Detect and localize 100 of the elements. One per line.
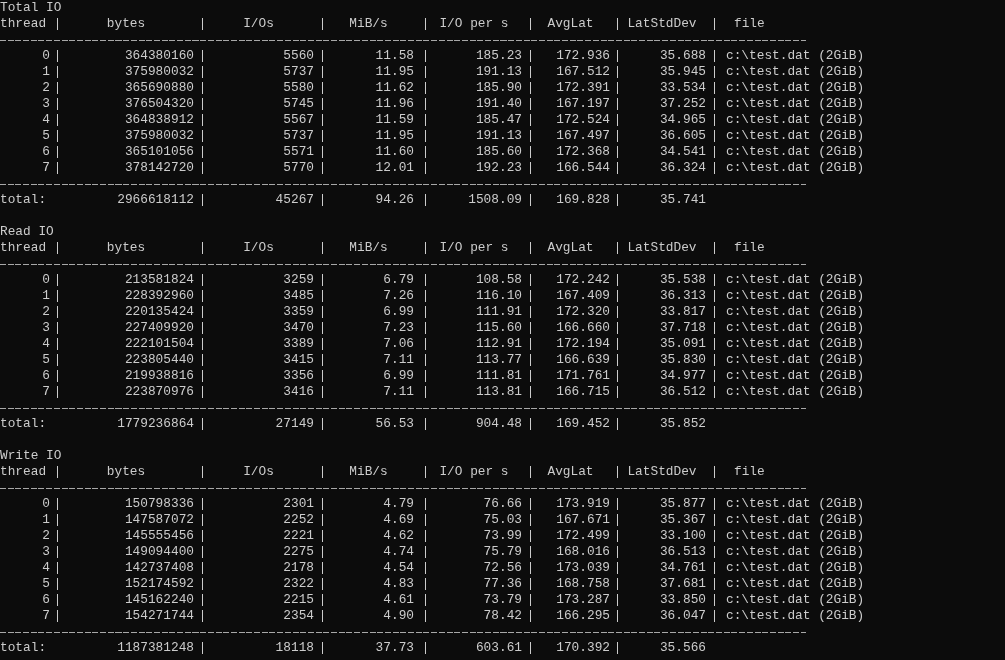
table-cell: 1: [0, 66, 58, 78]
table-cell-text: c:\test.dat (2GiB): [725, 162, 866, 174]
column-header: LatStdDev: [618, 242, 715, 254]
table-cell: 5567: [203, 114, 323, 126]
table-cell: 166.639: [531, 354, 618, 366]
table-cell: 166.660: [531, 322, 618, 334]
table-cell: 166.544: [531, 162, 618, 174]
column-header: bytes: [58, 466, 203, 478]
table-cell: 4.74: [323, 546, 426, 558]
table-cell: 150798336: [58, 498, 203, 510]
table-cell: 7.11: [323, 386, 426, 398]
table-cell: 223805440: [58, 354, 203, 366]
table-cell: 167.497: [531, 130, 618, 142]
column-header: AvgLat: [531, 18, 618, 30]
table-cell: 6.79: [323, 274, 426, 286]
table-cell-text: c:\test.dat (2GiB): [725, 50, 866, 62]
table-cell: 5: [0, 354, 58, 366]
table-cell: 34.965: [618, 114, 715, 126]
table-cell: 2354: [203, 610, 323, 622]
table-cell: 172.194: [531, 338, 618, 350]
table-cell-text: c:\test.dat (2GiB): [725, 274, 866, 286]
table-cell: 12.01: [323, 162, 426, 174]
table-cell: 7.23: [323, 322, 426, 334]
table-cell: 4: [0, 338, 58, 350]
table-cell: 75.79: [426, 546, 531, 558]
table-cell: 5: [0, 130, 58, 142]
table-cell: 34.541: [618, 146, 715, 158]
table-cell: 1779236864: [58, 418, 203, 430]
table-cell: 172.391: [531, 82, 618, 94]
table-cell: 35.945: [618, 66, 715, 78]
table-cell: 172.499: [531, 530, 618, 542]
table-cell: 11.95: [323, 66, 426, 78]
table-cell: 172.320: [531, 306, 618, 318]
table-cell: 3470: [203, 322, 323, 334]
table-cell: 220135424: [58, 306, 203, 318]
table-cell-text: c:\test.dat (2GiB): [725, 322, 866, 334]
table-cell-text: 35.852: [658, 418, 707, 430]
table-cell: 167.671: [531, 514, 618, 526]
table-cell-text: c:\test.dat (2GiB): [725, 578, 866, 590]
table-cell: 2275: [203, 546, 323, 558]
table-cell: 152174592: [58, 578, 203, 590]
table-cell: 4.79: [323, 498, 426, 510]
column-header: file: [733, 242, 766, 254]
table-cell: 35.367: [618, 514, 715, 526]
table-cell-text: c:\test.dat (2GiB): [725, 290, 866, 302]
table-cell-text: c:\test.dat (2GiB): [725, 370, 866, 382]
table-cell: 11.59: [323, 114, 426, 126]
table-cell: 37.73: [323, 642, 426, 654]
table-cell: 6: [0, 370, 58, 382]
table-cell: 145162240: [58, 594, 203, 606]
table-cell: 3485: [203, 290, 323, 302]
table-cell: 11.62: [323, 82, 426, 94]
table-cell: 2252: [203, 514, 323, 526]
table-cell: 173.919: [531, 498, 618, 510]
column-header: AvgLat: [531, 242, 618, 254]
table-cell: 142737408: [58, 562, 203, 574]
table-cell: 365101056: [58, 146, 203, 158]
table-cell: 5737: [203, 130, 323, 142]
table-cell: 33.817: [618, 306, 715, 318]
table-cell: 376504320: [58, 98, 203, 110]
table-cell: 167.409: [531, 290, 618, 302]
table-cell: 11.60: [323, 146, 426, 158]
table-cell: 77.36: [426, 578, 531, 590]
table-cell: 3: [0, 98, 58, 110]
table-cell: 4.83: [323, 578, 426, 590]
table-cell: 94.26: [323, 194, 426, 206]
column-header: file: [733, 466, 766, 478]
table-cell: 603.61: [426, 642, 531, 654]
table-cell: 173.287: [531, 594, 618, 606]
table-cell: 7.26: [323, 290, 426, 302]
table-cell: 5: [0, 578, 58, 590]
table-cell: 45267: [203, 194, 323, 206]
column-header: I/Os: [203, 18, 323, 30]
table-cell: 3: [0, 546, 58, 558]
total-label: total:: [0, 418, 48, 430]
table-cell: 36.047: [618, 610, 715, 622]
table-cell: 113.77: [426, 354, 531, 366]
table-cell: 213581824: [58, 274, 203, 286]
table-cell: 36.512: [618, 386, 715, 398]
table-cell: 169.828: [531, 194, 618, 206]
table-cell: 170.392: [531, 642, 618, 654]
table-cell: 145555456: [58, 530, 203, 542]
table-cell: 375980032: [58, 130, 203, 142]
table-cell-text: c:\test.dat (2GiB): [725, 66, 866, 78]
table-cell-text: c:\test.dat (2GiB): [725, 498, 866, 510]
table-cell-text: c:\test.dat (2GiB): [725, 338, 866, 350]
table-cell-text: c:\test.dat (2GiB): [725, 146, 866, 158]
table-cell: 228392960: [58, 290, 203, 302]
column-header: MiB/s: [323, 466, 426, 478]
table-cell: 5737: [203, 66, 323, 78]
table-cell: 192.23: [426, 162, 531, 174]
table-cell: 5571: [203, 146, 323, 158]
column-header: I/O per s: [426, 18, 531, 30]
column-header: LatStdDev: [618, 466, 715, 478]
column-header: I/Os: [203, 466, 323, 478]
table-cell: 1508.09: [426, 194, 531, 206]
table-cell: 4.61: [323, 594, 426, 606]
column-header: AvgLat: [531, 466, 618, 478]
table-cell-text: c:\test.dat (2GiB): [725, 98, 866, 110]
section-title: Read IO: [0, 224, 55, 240]
